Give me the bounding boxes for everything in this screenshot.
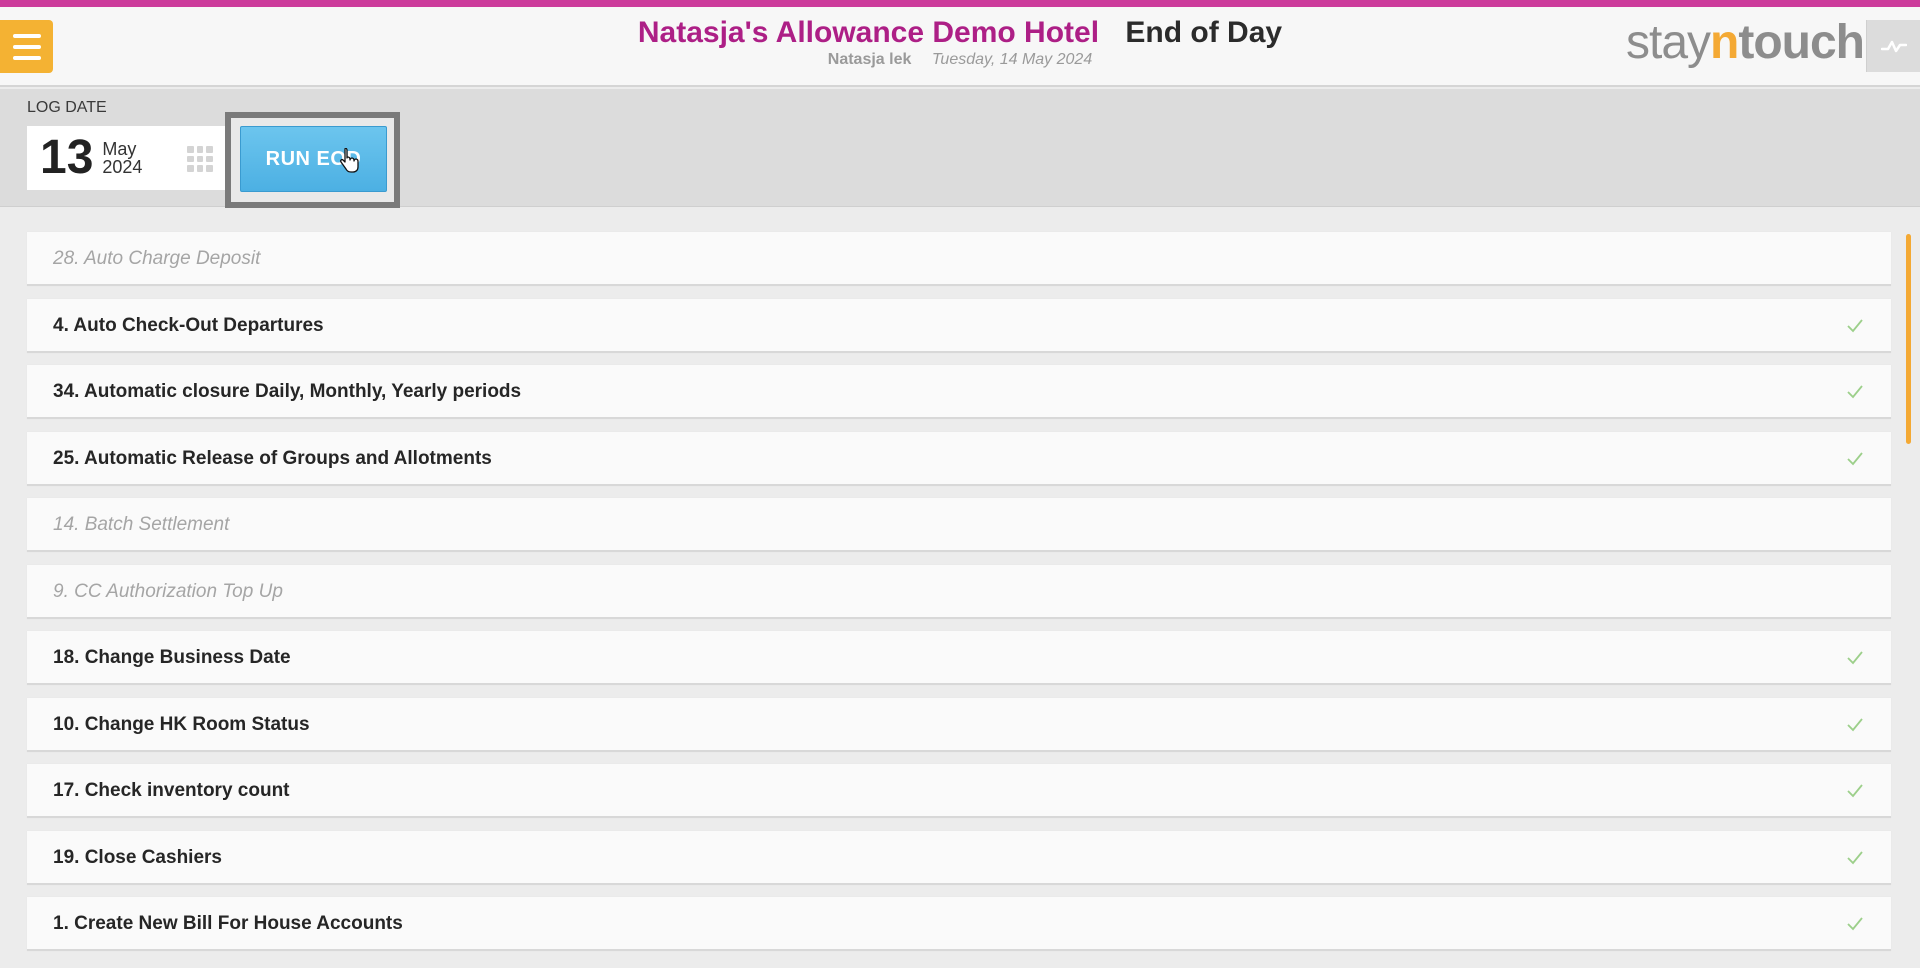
hand-pointer-icon bbox=[340, 148, 359, 173]
date-day: 13 bbox=[40, 131, 94, 184]
process-label: 25. Automatic Release of Groups and Allo… bbox=[53, 447, 492, 469]
eod-toolbar: LOG DATE 13 May 2024 RUN EOD bbox=[0, 89, 1920, 208]
checkmark-icon bbox=[1847, 651, 1863, 665]
process-label: 10. Change HK Room Status bbox=[53, 713, 310, 735]
process-row[interactable]: 28. Auto Charge Deposit bbox=[27, 232, 1891, 286]
date-year: 2024 bbox=[102, 157, 143, 177]
process-row[interactable]: 17. Check inventory count bbox=[27, 764, 1891, 818]
process-label: 17. Check inventory count bbox=[53, 780, 290, 801]
process-label: 34. Automatic closure Daily, Monthly, Ye… bbox=[53, 381, 522, 402]
process-label: 9. CC Authorization Top Up bbox=[53, 580, 283, 602]
checkmark-icon bbox=[1847, 717, 1863, 731]
stayntouch-logo: stayntouch bbox=[1626, 16, 1865, 69]
user-name: Natasja lek bbox=[827, 51, 912, 68]
process-label: 4. Auto Check-Out Departures bbox=[53, 314, 324, 336]
log-date-label: LOG DATE bbox=[27, 99, 107, 116]
checkmark-icon bbox=[1847, 850, 1863, 864]
checkmark-icon bbox=[1847, 318, 1863, 332]
process-row[interactable]: 19. Close Cashiers bbox=[27, 830, 1891, 885]
process-row[interactable]: 34. Automatic closure Daily, Monthly, Ye… bbox=[27, 365, 1891, 419]
hotel-name: Natasja's Allowance Demo Hotel bbox=[637, 16, 1100, 49]
business-date: Tuesday, 14 May 2024 bbox=[931, 51, 1093, 68]
scrollbar[interactable] bbox=[1906, 234, 1911, 444]
date-month-year: May 2024 bbox=[102, 140, 142, 176]
process-row[interactable]: 25. Automatic Release of Groups and Allo… bbox=[27, 431, 1891, 486]
log-date-picker[interactable]: 13 May 2024 bbox=[27, 126, 225, 190]
process-label: 18. Change Business Date bbox=[53, 647, 291, 668]
calendar-grid-icon bbox=[187, 146, 213, 172]
date-month: May bbox=[102, 139, 137, 159]
process-row[interactable]: 9. CC Authorization Top Up bbox=[27, 564, 1891, 619]
header: Natasja's Allowance Demo Hotel End of Da… bbox=[0, 7, 1920, 87]
process-row[interactable]: 1. Create New Bill For House Accounts bbox=[27, 897, 1891, 951]
checkmark-icon bbox=[1847, 917, 1863, 931]
process-label: 19. Close Cashiers bbox=[53, 846, 222, 868]
process-label: 14. Batch Settlement bbox=[53, 514, 230, 535]
activity-button[interactable] bbox=[1866, 20, 1920, 72]
run-eod-button[interactable]: RUN EOD bbox=[240, 126, 387, 192]
process-label: 28. Auto Charge Deposit bbox=[53, 248, 261, 269]
checkmark-icon bbox=[1847, 784, 1863, 798]
activity-icon bbox=[1880, 40, 1907, 53]
top-accent-bar bbox=[0, 0, 1920, 7]
process-row[interactable]: 4. Auto Check-Out Departures bbox=[27, 298, 1891, 353]
checkmark-icon bbox=[1847, 385, 1863, 399]
checkmark-icon bbox=[1847, 451, 1863, 465]
process-row[interactable]: 18. Change Business Date bbox=[27, 631, 1891, 685]
process-row[interactable]: 14. Batch Settlement bbox=[27, 498, 1891, 552]
process-label: 1. Create New Bill For House Accounts bbox=[53, 913, 403, 934]
eod-process-list: 28. Auto Charge Deposit 4. Auto Check-Out… bbox=[27, 232, 1891, 964]
process-row[interactable]: 10. Change HK Room Status bbox=[27, 697, 1891, 752]
page-title: End of Day bbox=[1125, 16, 1283, 49]
